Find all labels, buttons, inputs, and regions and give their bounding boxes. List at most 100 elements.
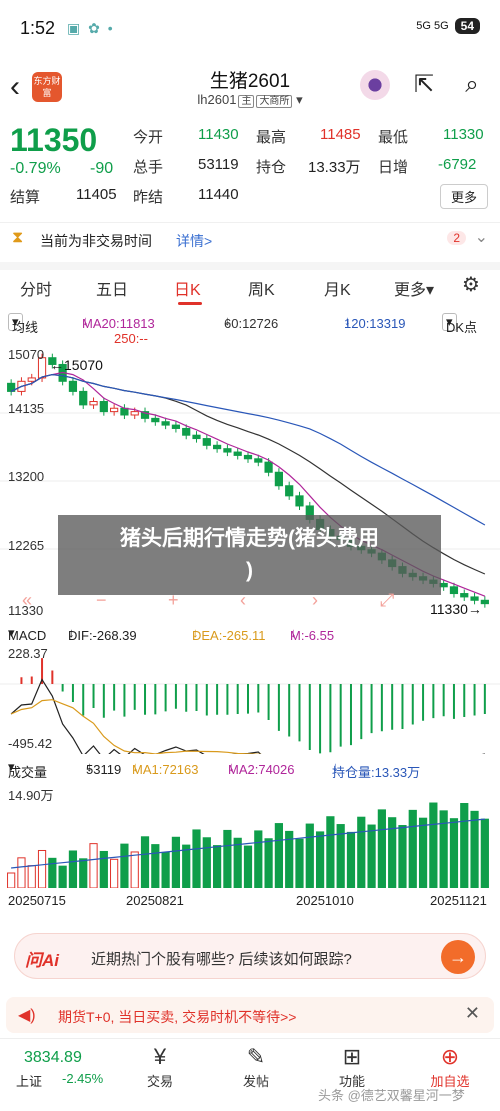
hourglass-icon: ⧗ (12, 229, 24, 246)
dea-text: DEA:-265.11 (192, 628, 266, 643)
ma-type-select[interactable]: 均线 ▾ (8, 313, 38, 335)
last-price: 11350 (10, 122, 98, 158)
volume-bar (213, 845, 222, 889)
ma60-value: 60:12726 ↓ (224, 313, 279, 331)
volume-value: 53119 (198, 156, 239, 173)
macd-select[interactable]: MACD ▾ (8, 625, 46, 643)
dif-value: DIF:-268.39 ↓ (68, 625, 137, 643)
overlay-line-2: ) (246, 559, 253, 582)
ma20-value: MA20:11813 ↓ (82, 313, 155, 331)
next-icon[interactable]: › (312, 590, 318, 611)
yuan-icon: ¥ (153, 1044, 167, 1069)
promo-text: 期货T+0, 当日买卖, 交易时机不等待>> (58, 1009, 297, 1025)
trade-button[interactable]: ¥ 交易 (130, 1043, 190, 1090)
volume-bar (161, 851, 170, 889)
volume-bar (295, 838, 304, 889)
date-label-3: 20251010 (296, 893, 354, 908)
ask-ai-bar[interactable]: 问Ai 近期热门个股有哪些? 后续该如何跟踪? → (14, 933, 486, 979)
candle-body (99, 401, 108, 413)
ma120-text: 120:13319 (344, 316, 406, 331)
dea-value: DEA:-265.11 ↓ (192, 625, 266, 643)
ma250-value: 250:-- (114, 331, 148, 346)
macd-axis-top: 228.37 (8, 646, 48, 661)
functions-button[interactable]: ⊞ 功能 (322, 1043, 382, 1090)
fullscreen-icon[interactable]: ⤢ (380, 590, 394, 611)
chart-controls: « − + ‹ › ⤢ (0, 590, 500, 612)
date-label-1: 20250715 (8, 893, 66, 908)
macd-chart[interactable] (0, 644, 500, 808)
battery-icon: 54 (454, 18, 480, 34)
volume-bar (192, 829, 201, 889)
vol-text: 53119 (86, 762, 122, 777)
volume-select[interactable]: 成交量 ▾ (8, 759, 47, 780)
contract-code: lh2601 (197, 92, 237, 107)
volume-bar (99, 850, 108, 889)
notice-detail-link[interactable]: 详情> (176, 231, 212, 251)
high-label: 最高 (256, 129, 287, 146)
promo-banner[interactable]: ◀) 期货T+0, 当日买卖, 交易时机不等待>> ✕ (6, 997, 494, 1033)
oi-label: 持仓 (256, 159, 287, 176)
chevron-down-icon[interactable]: ⌄ (475, 227, 488, 247)
notice-badge: 2 (447, 231, 466, 245)
tab-daily-k[interactable]: 日K (174, 276, 201, 300)
vol-value: 53119 ↓ (86, 759, 122, 777)
trade-label: 交易 (146, 1074, 173, 1089)
add-watchlist-button[interactable]: ⊕ 加自选 (420, 1043, 480, 1090)
share-icon[interactable]: ⇱ (410, 71, 438, 99)
tab-five-day[interactable]: 五日 (96, 276, 128, 300)
candle-body (89, 401, 98, 406)
arrow-right-icon[interactable]: → (441, 940, 475, 974)
volume-bar (274, 823, 283, 889)
index-value: 3834.89 (24, 1049, 82, 1066)
zoom-out-icon[interactable]: − (96, 590, 107, 611)
macd-axis-bottom: -495.42 (8, 736, 53, 751)
search-icon[interactable]: ⌕ (458, 71, 486, 99)
prev-settle-label: 昨结 (133, 189, 164, 206)
volume-bar (37, 849, 47, 889)
volume-bar (89, 843, 98, 889)
dropdown-icon: ▾ (296, 92, 303, 107)
daily-inc-label: 日增 (378, 159, 409, 176)
volume-bar (254, 830, 263, 889)
candle-body (274, 471, 283, 487)
date-label-2: 20250821 (126, 893, 184, 908)
overlay-line-1: 猪头后期行情走势(猪头费用 (120, 527, 379, 550)
m-value: M:-6.55 ↓ (290, 625, 335, 643)
volume-svg (7, 802, 489, 889)
vol-ma1: MA1:72163 ↓ (132, 759, 199, 777)
dk-point-toggle[interactable]: DK点 ▾ (442, 313, 477, 335)
volume-bar (79, 858, 88, 889)
zoom-in-icon[interactable]: + (168, 590, 179, 611)
ai-assistant-icon[interactable] (360, 70, 390, 100)
volume-bar (326, 816, 335, 889)
volume-bar (305, 823, 314, 889)
candle-body (171, 424, 181, 429)
high-value: 11485 (320, 126, 361, 143)
tab-monthly-k[interactable]: 月K (324, 276, 351, 300)
volume-bar (7, 872, 16, 889)
high-marker-value: 15070 (64, 357, 103, 373)
change-abs: -90 (90, 160, 114, 177)
tab-intraday[interactable]: 分时 (20, 276, 52, 300)
prev-icon[interactable]: ‹ (240, 590, 246, 611)
volume-bar (110, 858, 119, 889)
volume-chart[interactable] (0, 778, 500, 889)
candle-body (130, 411, 139, 416)
volume-label: 总手 (133, 159, 164, 176)
price-axis-4: 12265 (8, 538, 45, 553)
more-button[interactable]: 更多 (439, 184, 488, 209)
clock: 1:52 (20, 17, 56, 38)
tab-more[interactable]: 更多▾ (394, 276, 434, 300)
post-button[interactable]: ✎ 发帖 (226, 1043, 286, 1090)
trading-notice[interactable]: ⧗ 当前为非交易时间 详情> 2 ⌄ (0, 222, 500, 254)
exchange-tag: 大商所 (256, 95, 293, 108)
tab-weekly-k[interactable]: 周K (248, 276, 275, 300)
close-icon[interactable]: ✕ (465, 1003, 480, 1024)
settings-gear-icon[interactable]: ⚙ (462, 272, 480, 297)
volume-bar (27, 865, 36, 889)
vol-ma1-text: MA1:72163 (132, 762, 199, 777)
index-change: -2.45% (62, 1071, 104, 1086)
index-name: 上证 (16, 1074, 43, 1089)
candle-body (120, 407, 129, 416)
rewind-icon[interactable]: « (22, 590, 32, 611)
